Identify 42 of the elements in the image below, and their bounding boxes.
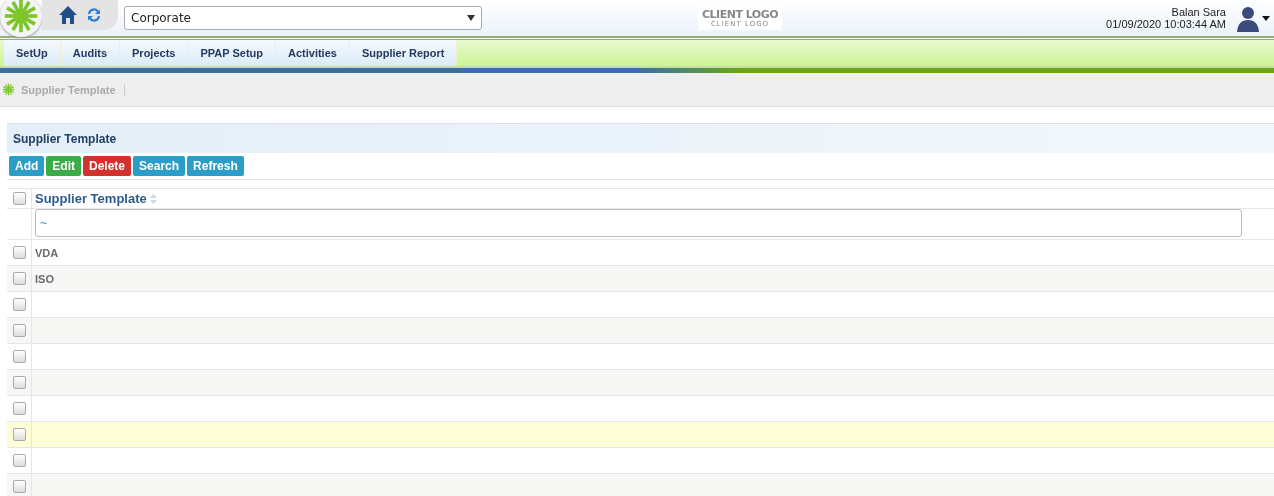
table-cell-text: VDA xyxy=(34,246,59,259)
home-icon[interactable] xyxy=(58,5,78,25)
nav-tab[interactable]: Projects xyxy=(120,40,189,66)
table-row[interactable]: ISO xyxy=(7,266,1274,292)
select-all-checkbox[interactable] xyxy=(12,192,26,205)
row-checkbox[interactable] xyxy=(12,324,26,337)
panel-title: Supplier Template xyxy=(13,131,117,146)
table-cell-text: ISO xyxy=(34,272,54,285)
company-select[interactable]: Corporate xyxy=(124,6,482,30)
row-checkbox[interactable] xyxy=(12,454,26,467)
row-checkbox[interactable] xyxy=(12,298,26,311)
date-time: 01/09/2020 10:03:44 AM xyxy=(1106,18,1226,30)
row-checkbox[interactable] xyxy=(12,246,26,259)
row-checkbox[interactable] xyxy=(12,402,26,415)
nav-tab[interactable]: Audits xyxy=(60,40,120,66)
logo-icon xyxy=(2,83,15,96)
nav-tab[interactable]: Activities xyxy=(276,40,350,66)
user-avatar-icon[interactable] xyxy=(1234,4,1262,32)
column-header[interactable]: Supplier Template xyxy=(35,191,147,206)
refresh-icon[interactable] xyxy=(86,7,102,23)
row-checkbox[interactable] xyxy=(12,428,26,441)
table-row[interactable] xyxy=(7,318,1274,344)
toolbar-button[interactable]: Search xyxy=(133,156,186,176)
row-checkbox[interactable] xyxy=(12,350,26,363)
toolbar-button[interactable]: Edit xyxy=(46,156,81,176)
toolbar-button[interactable]: Delete xyxy=(83,156,132,176)
toolbar-button[interactable]: Refresh xyxy=(187,156,244,176)
row-checkbox[interactable] xyxy=(12,480,26,493)
logo-icon xyxy=(3,0,39,34)
nav-tab[interactable]: PPAP Setup xyxy=(188,40,276,66)
nav-tab[interactable]: Supplier Report xyxy=(349,40,458,66)
caret-icon[interactable] xyxy=(1262,15,1270,21)
user-name: Balan Sara xyxy=(1171,6,1226,18)
table-row[interactable] xyxy=(7,422,1274,448)
sort-icon[interactable] xyxy=(149,193,157,204)
table-row[interactable] xyxy=(7,370,1274,396)
nav-tab[interactable]: SetUp xyxy=(4,40,61,66)
toolbar-button[interactable]: Add xyxy=(9,156,45,176)
filter-field[interactable]: ~ xyxy=(35,209,1242,237)
row-checkbox[interactable] xyxy=(12,272,26,285)
row-checkbox[interactable] xyxy=(12,376,26,389)
dropdown-icon xyxy=(467,15,475,21)
